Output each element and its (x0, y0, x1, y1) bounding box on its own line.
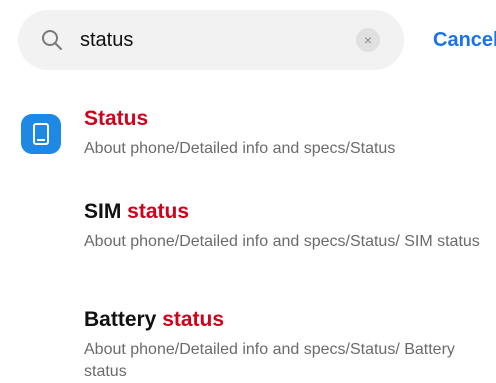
title-highlight: status (127, 200, 190, 223)
title-highlight: Status (84, 107, 149, 130)
result-item-status[interactable]: Status About phone/Detailed info and spe… (84, 106, 484, 160)
result-item-battery-status[interactable]: Battery status About phone/Detailed info… (84, 307, 484, 383)
search-input[interactable] (80, 24, 370, 56)
close-icon: × (363, 32, 373, 48)
phone-status-icon (21, 114, 61, 154)
result-title: Battery status (84, 308, 225, 331)
result-item-sim-status[interactable]: SIM status About phone/Detailed info and… (84, 199, 484, 253)
cancel-button[interactable]: Cancel (433, 29, 496, 52)
result-title: Status (84, 106, 484, 132)
search-icon (42, 30, 62, 50)
clear-search-button[interactable]: × (356, 28, 380, 52)
result-path: About phone/Detailed info and specs/Stat… (84, 140, 396, 157)
result-title: SIM status (84, 200, 190, 223)
result-path: About phone/Detailed info and specs/Stat… (84, 233, 480, 250)
title-highlight: status (162, 308, 225, 331)
search-bar[interactable]: × (18, 10, 404, 70)
result-path: About phone/Detailed info and specs/Stat… (84, 341, 455, 380)
